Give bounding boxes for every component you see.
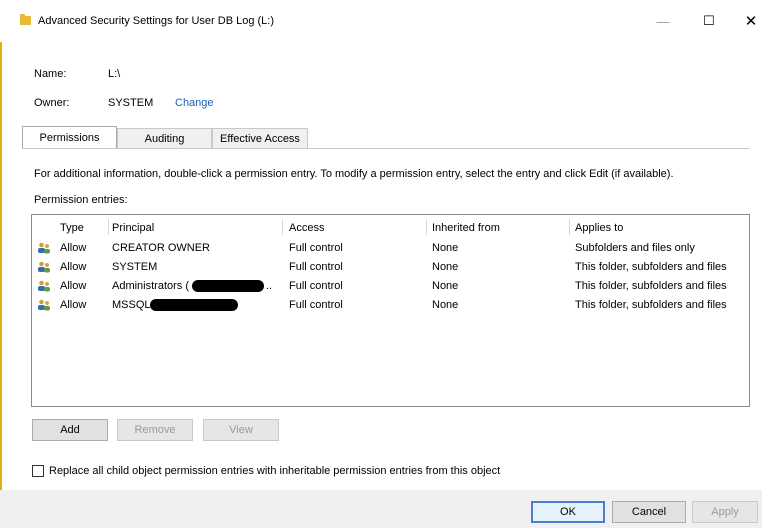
window-edge xyxy=(0,42,2,528)
table-row[interactable]: Allow SYSTEM Full control None This fold… xyxy=(32,258,749,277)
entry-type: Allow xyxy=(60,261,87,273)
redaction-mark xyxy=(150,299,238,311)
replace-child-entries-checkbox[interactable] xyxy=(32,465,44,477)
entry-inherited-from: None xyxy=(432,242,459,254)
instructions-text: For additional information, double-click… xyxy=(34,168,674,180)
apply-button[interactable]: Apply xyxy=(692,501,758,523)
entry-type: Allow xyxy=(60,299,87,311)
column-divider xyxy=(282,219,283,235)
entry-principal: SYSTEM xyxy=(112,261,158,273)
view-button[interactable]: View xyxy=(203,419,279,441)
maximize-button[interactable]: ☐ xyxy=(694,10,724,32)
column-divider xyxy=(426,219,427,235)
owner-value: SYSTEM xyxy=(108,97,154,109)
entry-inherited-from: None xyxy=(432,261,459,273)
entry-applies-to: This folder, subfolders and files xyxy=(575,280,727,292)
column-header-inherited-from[interactable]: Inherited from xyxy=(432,222,500,234)
entries-label: Permission entries: xyxy=(34,194,128,206)
entry-inherited-from: None xyxy=(432,280,459,292)
table-row[interactable]: Allow MSSQLS Full control None This fold… xyxy=(32,296,749,315)
folder-icon xyxy=(20,14,31,25)
column-header-principal[interactable]: Principal xyxy=(112,222,154,234)
name-value: L:\ xyxy=(108,68,121,80)
table-row[interactable]: Allow Administrators ( .. Full control N… xyxy=(32,277,749,296)
users-icon xyxy=(38,242,50,254)
users-icon xyxy=(38,261,50,273)
permission-entries-list[interactable]: Type Principal Access Inherited from App… xyxy=(31,214,750,407)
entry-inherited-from: None xyxy=(432,299,459,311)
replace-child-entries-label[interactable]: Replace all child object permission entr… xyxy=(49,465,500,477)
users-icon xyxy=(38,280,50,292)
entry-applies-to: This folder, subfolders and files xyxy=(575,261,727,273)
users-icon xyxy=(38,299,50,311)
column-divider xyxy=(569,219,570,235)
cancel-button[interactable]: Cancel xyxy=(612,501,686,523)
redaction-mark xyxy=(192,280,264,292)
change-owner-link[interactable]: Change xyxy=(175,97,214,109)
add-button[interactable]: Add xyxy=(32,419,108,441)
entry-applies-to: This folder, subfolders and files xyxy=(575,299,727,311)
dialog-footer: OK Cancel Apply xyxy=(0,490,762,528)
ok-button[interactable]: OK xyxy=(531,501,605,523)
column-header-access[interactable]: Access xyxy=(289,222,324,234)
owner-label: Owner: xyxy=(34,97,70,109)
entry-type: Allow xyxy=(60,280,87,292)
entry-access: Full control xyxy=(289,242,343,254)
entry-access: Full control xyxy=(289,299,343,311)
entry-principal: CREATOR OWNER xyxy=(112,242,210,254)
column-header-type[interactable]: Type xyxy=(60,222,84,234)
column-divider xyxy=(108,219,109,235)
entry-applies-to: Subfolders and files only xyxy=(575,242,695,254)
remove-button[interactable]: Remove xyxy=(117,419,193,441)
title-bar: Advanced Security Settings for User DB L… xyxy=(0,0,762,42)
entry-principal: Administrators ( xyxy=(112,280,190,292)
close-button[interactable]: ✕ xyxy=(736,10,762,32)
tab-effective-access[interactable]: Effective Access xyxy=(212,128,308,148)
table-row[interactable]: Allow CREATOR OWNER Full control None Su… xyxy=(32,239,749,258)
name-label: Name: xyxy=(34,68,67,80)
minimize-button[interactable]: — xyxy=(648,10,678,32)
entry-type: Allow xyxy=(60,242,87,254)
column-header-applies-to[interactable]: Applies to xyxy=(575,222,623,234)
window-title: Advanced Security Settings for User DB L… xyxy=(38,15,274,27)
tab-auditing[interactable]: Auditing xyxy=(117,128,212,148)
entry-access: Full control xyxy=(289,261,343,273)
principal-ellipsis: .. xyxy=(266,280,273,292)
tab-permissions[interactable]: Permissions xyxy=(22,126,117,148)
entry-access: Full control xyxy=(289,280,343,292)
